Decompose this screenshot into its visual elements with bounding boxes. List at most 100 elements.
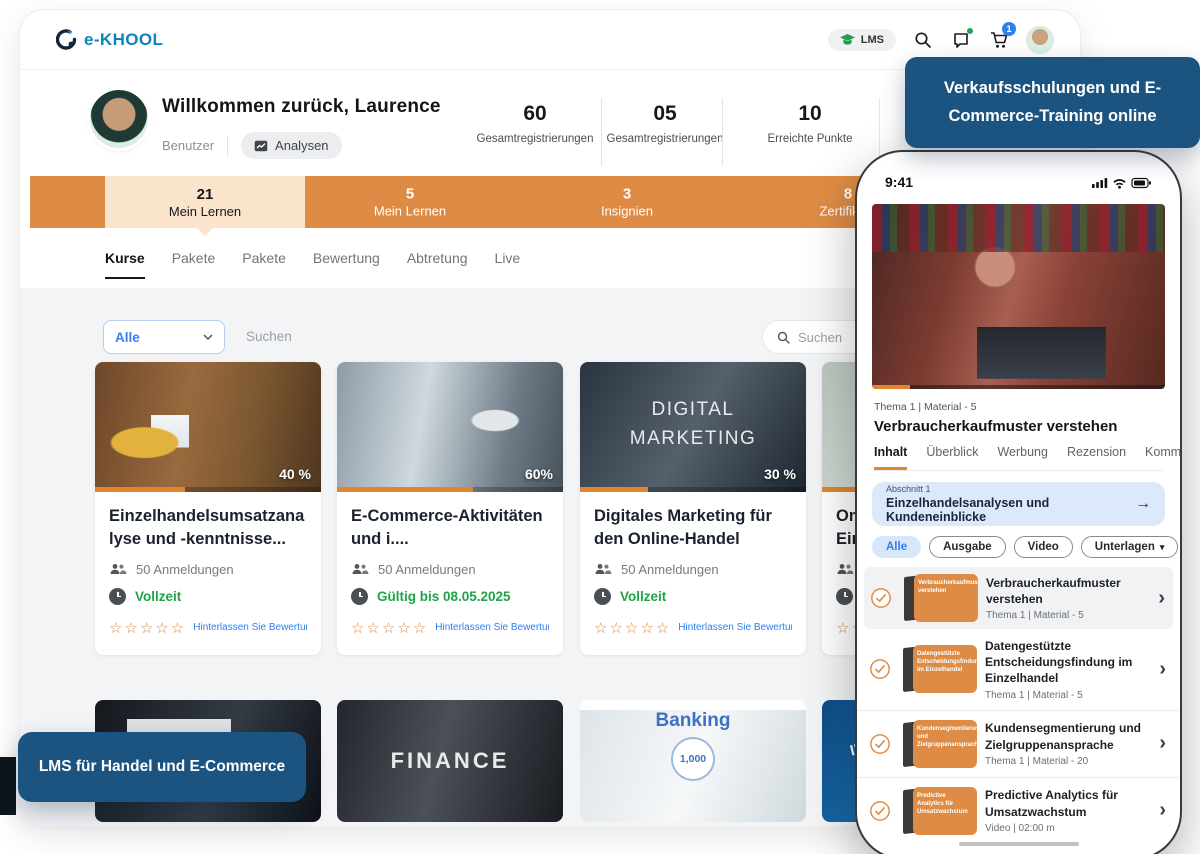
course-status: Gültig bis 08.05.2025 <box>377 588 511 604</box>
chevron-right-icon[interactable]: › <box>1159 658 1168 681</box>
course-card-finance[interactable]: FINANCE <box>337 700 563 822</box>
search-icon[interactable] <box>912 29 934 51</box>
graduation-cap-icon <box>839 33 855 45</box>
chip-video[interactable]: Video <box>1013 536 1073 558</box>
home-indicator[interactable] <box>958 842 1079 846</box>
progress-bar <box>580 487 806 492</box>
notification-icon[interactable] <box>950 27 973 51</box>
star-rating[interactable]: ☆☆☆☆☆ <box>351 619 428 637</box>
learnbar-item-insignien[interactable]: 3 Insignien <box>527 186 727 219</box>
check-circle-icon <box>870 733 890 754</box>
review-link[interactable]: Hinterlassen Sie Bewertungen <box>193 622 307 633</box>
course-card[interactable]: 40 % Einzelhandelsumsatzanalyse und -ken… <box>95 362 321 655</box>
tab-bewertung[interactable]: Bewertung <box>313 250 380 279</box>
chip-ausgabe[interactable]: Ausgabe <box>929 536 1006 558</box>
ekhool-logo[interactable]: e-KHOOL <box>56 29 163 50</box>
people-icon <box>110 563 127 574</box>
lesson-title: Verbraucherkaufmuster verstehen <box>874 418 1118 435</box>
phone-tab-inhalt[interactable]: Inhalt <box>874 445 908 470</box>
enrollment-count: 50 Anmeldungen <box>378 561 476 577</box>
image-text: Banking <box>655 710 731 731</box>
lms-badge-label: LMS <box>860 33 884 46</box>
phone-tab-werbung[interactable]: Werbung <box>997 445 1048 470</box>
tab-pakete[interactable]: Pakete <box>172 250 216 279</box>
lesson-video[interactable] <box>872 204 1165 389</box>
lesson-meta: Thema 1 | Material - 5 <box>874 401 977 413</box>
stat-label: Erreichte Punkte <box>767 133 853 145</box>
course-card-banking[interactable]: Banking 1,000 <box>580 700 806 822</box>
learnbar-item-mein-lernen[interactable]: 5 Mein Lernen <box>310 186 510 219</box>
lms-badge[interactable]: LMS <box>827 28 896 51</box>
tab-live[interactable]: Live <box>495 250 521 279</box>
phone-tab-rezension[interactable]: Rezension <box>1067 445 1126 470</box>
course-card[interactable]: 60% E-Commerce-Aktivitäten und i.... 50 … <box>337 362 563 655</box>
rating-row: ☆☆☆☆☆ Hinterlassen Sie Bewertungen <box>351 619 549 637</box>
learnbar-item-mein-lernen-active[interactable]: 21 Mein Lernen <box>105 176 305 236</box>
star-rating[interactable]: ☆☆☆☆☆ <box>594 619 671 637</box>
stat-value: 10 <box>798 102 822 125</box>
lesson-item-title: Predictive Analytics für Umsatzwachstum <box>985 788 1118 819</box>
clock-icon <box>836 587 853 605</box>
enrollment-count: 50 Anmeldungen <box>621 561 719 577</box>
divider <box>227 135 229 156</box>
user-avatar[interactable] <box>90 90 148 148</box>
stat-registrations: 60 Gesamtregistrierungen <box>460 102 610 145</box>
promo-banner-top: Verkaufsschulungen und E-Commerce-Traini… <box>905 57 1200 148</box>
tab-pakete-2[interactable]: Pakete <box>242 250 286 279</box>
cart-icon[interactable]: 1 <box>988 21 1016 51</box>
lesson-item-meta: Thema 1 | Material - 20 <box>985 755 1089 767</box>
clock-icon <box>109 587 126 605</box>
star-rating[interactable]: ☆☆☆☆☆ <box>109 619 186 637</box>
lesson-thumbnail: Verbraucherkaufmuster verstehen <box>900 574 978 622</box>
course-image-retail: 40 % <box>95 362 321 492</box>
lesson-item[interactable]: Datengestützte Entscheidungsfindung im E… <box>857 629 1180 710</box>
review-link[interactable]: Hinterlassen Sie Bewertungen <box>435 622 549 633</box>
course-image-digital-marketing: DIGITAL MARKETING 30 % <box>580 362 806 492</box>
section-kicker: Abschnitt 1 <box>886 484 931 494</box>
rating-row: ☆☆☆☆☆ Hinterlassen Sie Bewertungen <box>594 619 792 637</box>
status-icons <box>1092 177 1151 189</box>
chart-icon <box>254 140 268 151</box>
tab-abtretung[interactable]: Abtretung <box>407 250 468 279</box>
welcome-greeting: Willkommen zurück, Laurence <box>162 96 441 117</box>
analytics-button[interactable]: Analysen <box>241 132 342 159</box>
thumbnail-title: Datengestützte Entscheidungsfindung im E… <box>913 645 977 694</box>
screenshot-root: e-KHOOL LMS 1 Willkommen zurück, Laurenc… <box>0 0 1200 854</box>
chevron-right-icon[interactable]: › <box>1158 587 1167 610</box>
lesson-thumbnail: Datengestützte Entscheidungsfindung im E… <box>899 645 977 694</box>
review-link[interactable]: Hinterlassen Sie Bewertungen <box>678 622 792 633</box>
enrollment-count: 50 Anmeldungen <box>136 561 234 577</box>
chevron-right-icon[interactable]: › <box>1159 732 1168 755</box>
phone-tab-kommentare[interactable]: Kommentare <box>1145 445 1180 470</box>
status-time: 9:41 <box>885 174 914 190</box>
people-icon <box>352 563 369 574</box>
lesson-item[interactable]: Verbraucherkaufmuster verstehen Verbrauc… <box>864 567 1173 629</box>
course-title: Digitales Marketing für den Online-Hande… <box>594 507 772 548</box>
chevron-right-icon[interactable]: › <box>1159 799 1168 822</box>
header-avatar[interactable] <box>1026 25 1054 54</box>
enrollment-row: 50 Anmeldungen <box>109 562 307 577</box>
check-circle-icon <box>871 588 891 608</box>
section-card[interactable]: Abschnitt 1 Einzelhandelsanalysen und Ku… <box>872 482 1165 526</box>
course-tabs: Kurse Pakete Pakete Bewertung Abtretung … <box>105 250 520 279</box>
section-title: Einzelhandelsanalysen und Kundeneinblick… <box>886 496 1050 524</box>
chip-alle[interactable]: Alle <box>872 536 922 558</box>
lesson-item-meta: Video | 02:00 m <box>985 822 1055 834</box>
phone-tab-ueberblick[interactable]: Überblick <box>926 445 978 470</box>
promo-banner-top-text: Verkaufsschulungen und E-Commerce-Traini… <box>943 79 1162 125</box>
course-title: Einzelhandelsumsatzanalyse und -kenntnis… <box>109 507 305 548</box>
status-row: Vollzeit <box>109 587 307 605</box>
phone-tabs: Inhalt Überblick Werbung Rezension Komme… <box>874 445 1180 471</box>
filter-dropdown[interactable]: Alle <box>103 320 225 354</box>
arrow-right-icon[interactable]: → <box>1135 495 1151 513</box>
lesson-item-meta: Thema 1 | Material - 5 <box>985 689 1083 701</box>
lesson-item[interactable]: Kundensegmentierung und Zielgruppenanspr… <box>857 709 1180 777</box>
video-progress-bar[interactable] <box>872 385 1165 389</box>
chip-unterlagen[interactable]: Unterlagen ▾ <box>1080 536 1179 558</box>
promo-banner-bottom-text: LMS für Handel und E-Commerce <box>38 758 286 775</box>
lesson-item[interactable]: Predictive Analytics für Umsatzwachstum … <box>857 776 1180 844</box>
clock-icon <box>351 587 368 605</box>
tab-kurse[interactable]: Kurse <box>105 250 145 279</box>
lesson-list: Verbraucherkaufmuster verstehen Verbrauc… <box>857 567 1180 844</box>
course-card[interactable]: DIGITAL MARKETING 30 % Digitales Marketi… <box>580 362 806 655</box>
